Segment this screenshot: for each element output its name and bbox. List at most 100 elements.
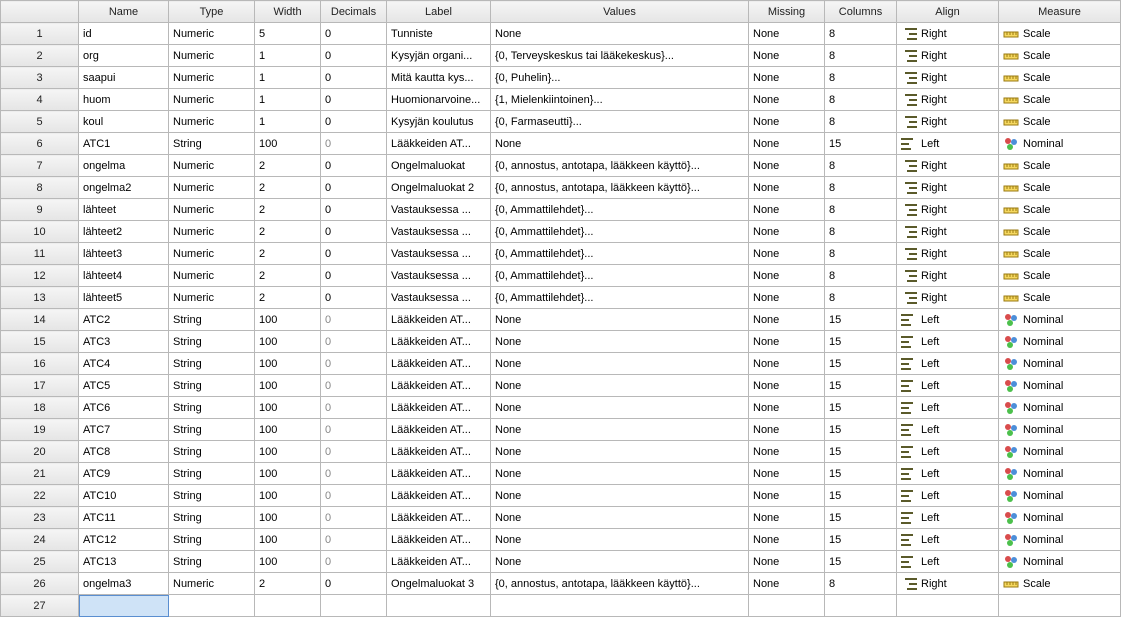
- col-header-measure[interactable]: Measure: [999, 1, 1121, 23]
- col-header-columns[interactable]: Columns: [825, 1, 897, 23]
- row-number[interactable]: 18: [1, 397, 79, 419]
- cell-missing[interactable]: None: [749, 221, 825, 243]
- table-row[interactable]: 1idNumeric50TunnisteNoneNone8Right Scale: [1, 23, 1121, 45]
- cell-decimals[interactable]: 0: [321, 133, 387, 155]
- table-row[interactable]: 4huomNumeric10Huomionarvoine...{1, Miele…: [1, 89, 1121, 111]
- cell-decimals[interactable]: 0: [321, 67, 387, 89]
- cell-columns[interactable]: 15: [825, 551, 897, 573]
- cell-width[interactable]: 100: [255, 397, 321, 419]
- cell-decimals[interactable]: 0: [321, 463, 387, 485]
- cell-width[interactable]: 100: [255, 441, 321, 463]
- table-row[interactable]: 11lähteet3Numeric20Vastauksessa ...{0, A…: [1, 243, 1121, 265]
- cell-align[interactable]: Right: [897, 287, 999, 309]
- cell-measure[interactable]: Scale: [999, 199, 1121, 221]
- cell-values[interactable]: {0, Ammattilehdet}...: [491, 221, 749, 243]
- table-row[interactable]: 23ATC11String1000Lääkkeiden AT...NoneNon…: [1, 507, 1121, 529]
- cell-align[interactable]: Right: [897, 573, 999, 595]
- cell-name[interactable]: lähteet: [79, 199, 169, 221]
- cell-name[interactable]: ongelma3: [79, 573, 169, 595]
- cell-columns[interactable]: 15: [825, 353, 897, 375]
- empty-cell[interactable]: [491, 595, 749, 617]
- cell-label[interactable]: Lääkkeiden AT...: [387, 463, 491, 485]
- cell-values[interactable]: None: [491, 463, 749, 485]
- cell-width[interactable]: 2: [255, 199, 321, 221]
- cell-decimals[interactable]: 0: [321, 265, 387, 287]
- cell-type[interactable]: String: [169, 375, 255, 397]
- cell-type[interactable]: String: [169, 309, 255, 331]
- cell-width[interactable]: 100: [255, 133, 321, 155]
- cell-columns[interactable]: 15: [825, 507, 897, 529]
- cell-columns[interactable]: 8: [825, 155, 897, 177]
- cell-align[interactable]: Left: [897, 463, 999, 485]
- cell-columns[interactable]: 15: [825, 529, 897, 551]
- cell-values[interactable]: None: [491, 441, 749, 463]
- cell-type[interactable]: Numeric: [169, 573, 255, 595]
- empty-cell[interactable]: [321, 595, 387, 617]
- cell-type[interactable]: String: [169, 463, 255, 485]
- cell-columns[interactable]: 8: [825, 177, 897, 199]
- table-row[interactable]: 20ATC8String1000Lääkkeiden AT...NoneNone…: [1, 441, 1121, 463]
- row-number[interactable]: 19: [1, 419, 79, 441]
- cell-name[interactable]: ATC2: [79, 309, 169, 331]
- cell-align[interactable]: Left: [897, 529, 999, 551]
- cell-values[interactable]: {0, annostus, antotapa, lääkkeen käyttö}…: [491, 177, 749, 199]
- cell-columns[interactable]: 15: [825, 331, 897, 353]
- empty-cell[interactable]: [255, 595, 321, 617]
- table-row[interactable]: 26ongelma3Numeric20Ongelmaluokat 3{0, an…: [1, 573, 1121, 595]
- cell-width[interactable]: 2: [255, 155, 321, 177]
- row-number[interactable]: 17: [1, 375, 79, 397]
- cell-measure[interactable]: Nominal: [999, 353, 1121, 375]
- cell-label[interactable]: Lääkkeiden AT...: [387, 309, 491, 331]
- cell-align[interactable]: Left: [897, 551, 999, 573]
- cell-decimals[interactable]: 0: [321, 529, 387, 551]
- table-row[interactable]: 24ATC12String1000Lääkkeiden AT...NoneNon…: [1, 529, 1121, 551]
- cell-width[interactable]: 100: [255, 529, 321, 551]
- cell-label[interactable]: Lääkkeiden AT...: [387, 133, 491, 155]
- cell-columns[interactable]: 15: [825, 463, 897, 485]
- cell-width[interactable]: 1: [255, 111, 321, 133]
- cell-values[interactable]: {0, Ammattilehdet}...: [491, 265, 749, 287]
- cell-width[interactable]: 5: [255, 23, 321, 45]
- cell-measure[interactable]: Scale: [999, 265, 1121, 287]
- cell-decimals[interactable]: 0: [321, 441, 387, 463]
- cell-measure[interactable]: Nominal: [999, 133, 1121, 155]
- cell-name[interactable]: id: [79, 23, 169, 45]
- cell-name[interactable]: ATC10: [79, 485, 169, 507]
- cell-align[interactable]: Right: [897, 89, 999, 111]
- cell-type[interactable]: String: [169, 441, 255, 463]
- corner-cell[interactable]: [1, 1, 79, 23]
- table-row[interactable]: 12lähteet4Numeric20Vastauksessa ...{0, A…: [1, 265, 1121, 287]
- cell-values[interactable]: {0, Ammattilehdet}...: [491, 243, 749, 265]
- cell-align[interactable]: Right: [897, 265, 999, 287]
- row-number[interactable]: 7: [1, 155, 79, 177]
- cell-align[interactable]: Left: [897, 331, 999, 353]
- cell-measure[interactable]: Scale: [999, 111, 1121, 133]
- cell-width[interactable]: 100: [255, 485, 321, 507]
- cell-width[interactable]: 1: [255, 45, 321, 67]
- col-header-align[interactable]: Align: [897, 1, 999, 23]
- cell-columns[interactable]: 15: [825, 419, 897, 441]
- cell-name[interactable]: ATC11: [79, 507, 169, 529]
- cell-decimals[interactable]: 0: [321, 23, 387, 45]
- cell-measure[interactable]: Nominal: [999, 441, 1121, 463]
- empty-cell[interactable]: [749, 595, 825, 617]
- cell-columns[interactable]: 15: [825, 397, 897, 419]
- cell-missing[interactable]: None: [749, 507, 825, 529]
- cell-label[interactable]: Mitä kautta kys...: [387, 67, 491, 89]
- cell-width[interactable]: 2: [255, 573, 321, 595]
- cell-width[interactable]: 2: [255, 177, 321, 199]
- cell-width[interactable]: 100: [255, 309, 321, 331]
- cell-name[interactable]: ATC8: [79, 441, 169, 463]
- cell-label[interactable]: Lääkkeiden AT...: [387, 419, 491, 441]
- cell-decimals[interactable]: 0: [321, 375, 387, 397]
- cell-measure[interactable]: Nominal: [999, 419, 1121, 441]
- cell-width[interactable]: 100: [255, 353, 321, 375]
- cell-decimals[interactable]: 0: [321, 177, 387, 199]
- col-header-values[interactable]: Values: [491, 1, 749, 23]
- cell-measure[interactable]: Scale: [999, 177, 1121, 199]
- cell-values[interactable]: {0, Farmaseutti}...: [491, 111, 749, 133]
- table-row[interactable]: 5koulNumeric10Kysyjän koulutus{0, Farmas…: [1, 111, 1121, 133]
- cell-missing[interactable]: None: [749, 67, 825, 89]
- cell-width[interactable]: 2: [255, 265, 321, 287]
- cell-type[interactable]: String: [169, 397, 255, 419]
